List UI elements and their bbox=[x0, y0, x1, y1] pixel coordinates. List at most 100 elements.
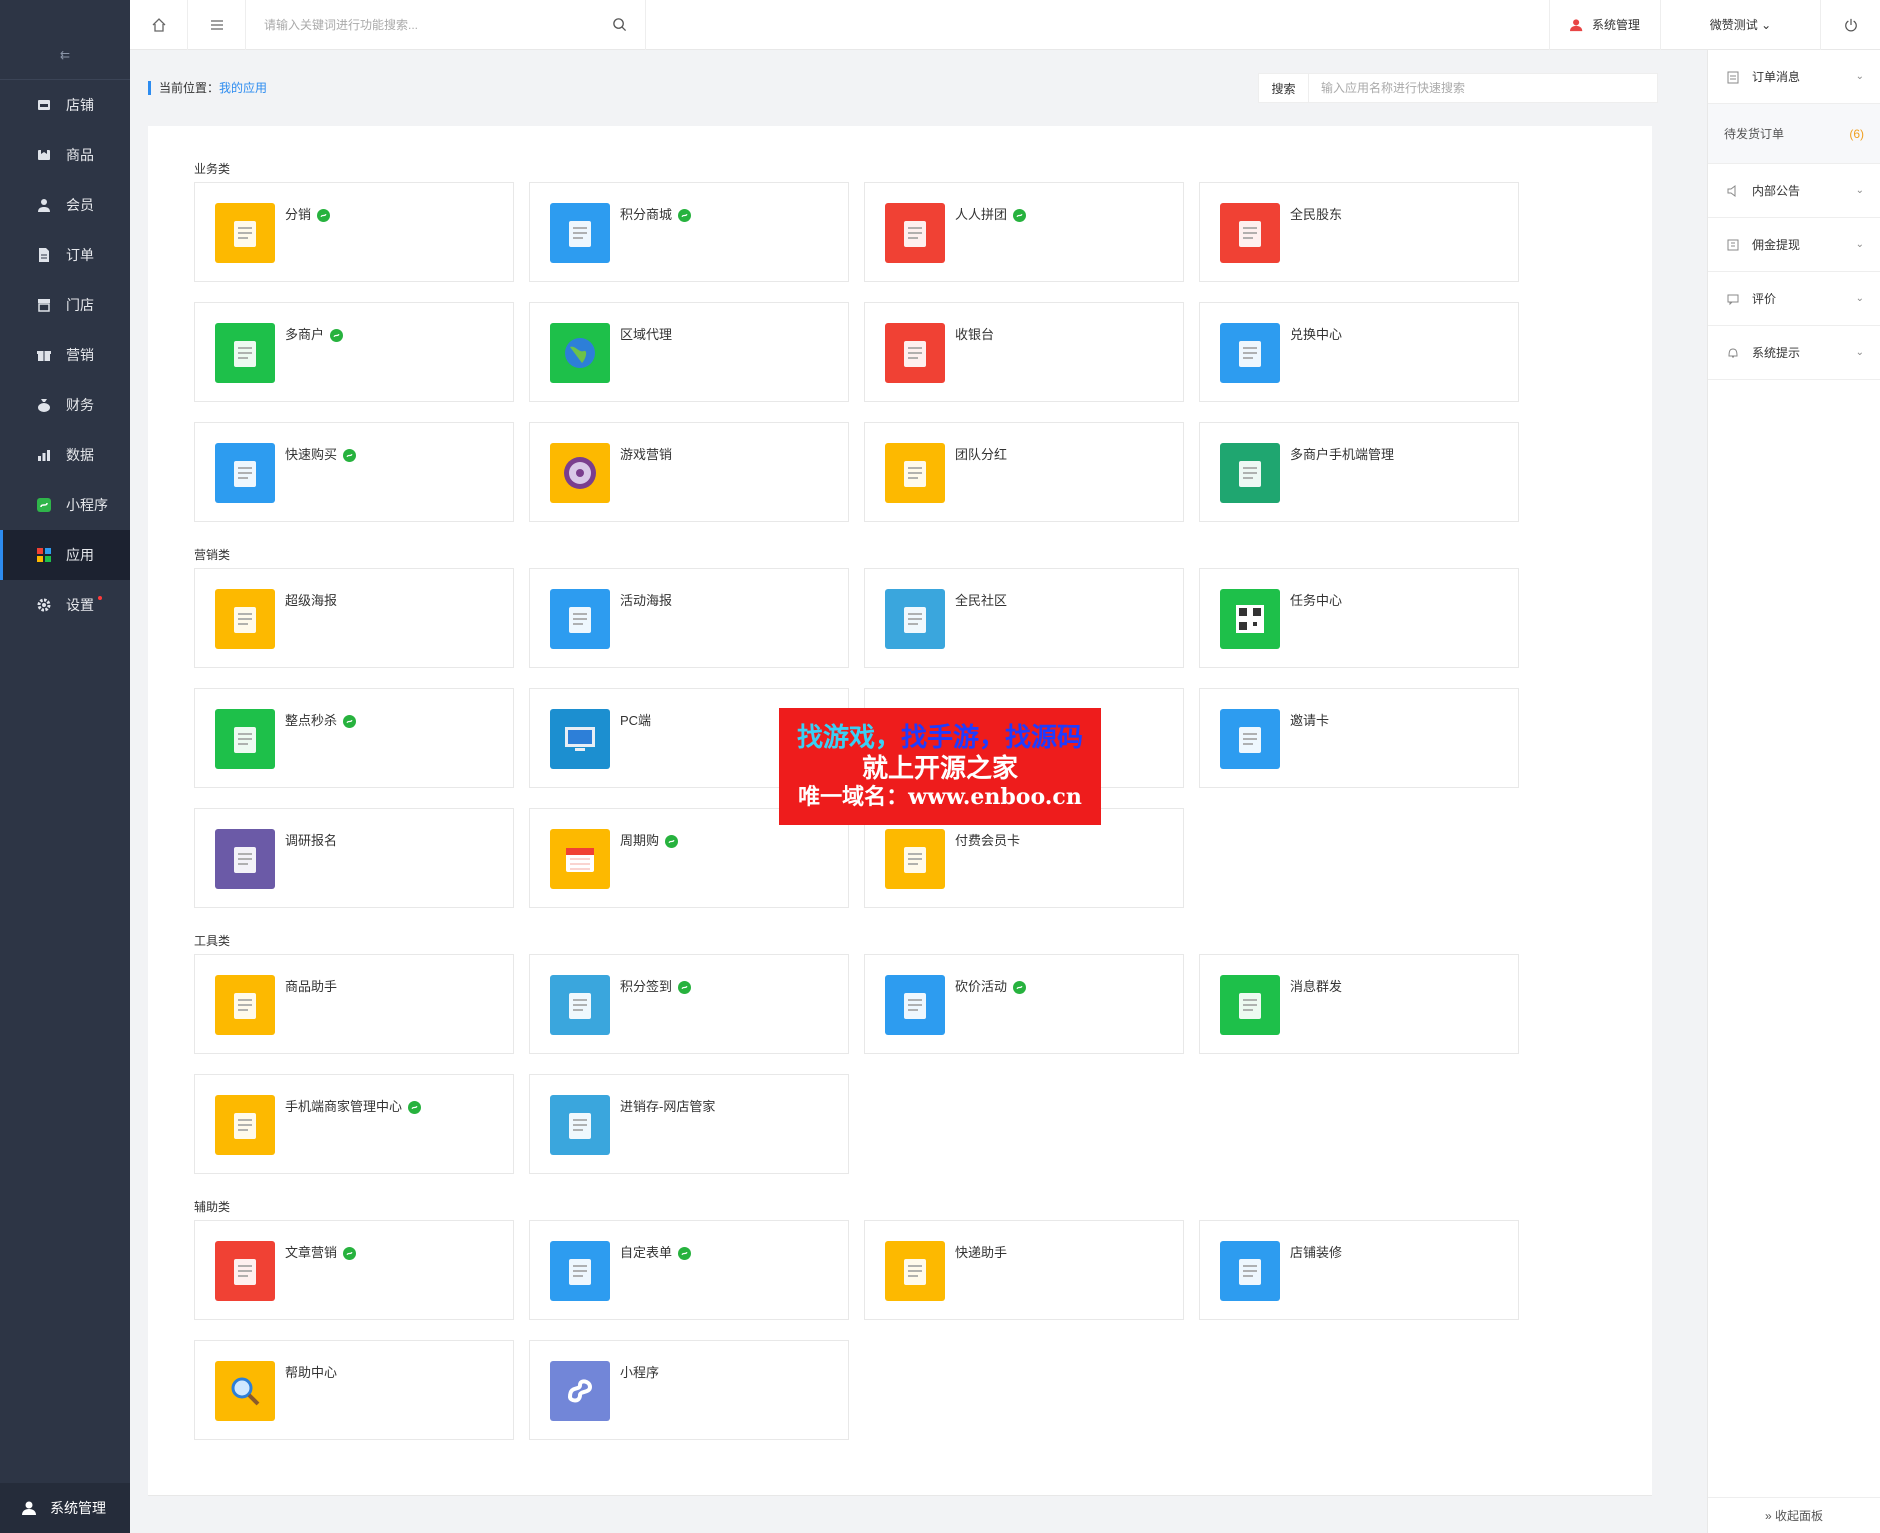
app-card[interactable]: 超级海报 bbox=[194, 568, 514, 668]
sidebar-item-1[interactable]: 商品 bbox=[0, 130, 130, 180]
app-card[interactable]: 任务中心 bbox=[1199, 568, 1519, 668]
miniprogram-badge-icon bbox=[678, 981, 692, 994]
app-card[interactable]: 手机端商家管理中心 bbox=[194, 1074, 514, 1174]
miniprogram-badge-icon bbox=[330, 329, 344, 342]
user-dropdown[interactable]: 微赞测试 ⌄ bbox=[1660, 0, 1820, 50]
app-card[interactable]: 砍价活动 bbox=[864, 954, 1184, 1054]
app-card[interactable]: 团队分红 bbox=[864, 422, 1184, 522]
app-name-wrap: 帮助中心 bbox=[285, 1365, 337, 1383]
system-tip-section[interactable]: 系统提示 ⌄ bbox=[1708, 326, 1880, 380]
admin-link[interactable]: 系统管理 bbox=[1548, 0, 1660, 50]
commission-section[interactable]: 佣金提现 ⌄ bbox=[1708, 218, 1880, 272]
app-card[interactable]: 多商户 bbox=[194, 302, 514, 402]
apps-icon bbox=[36, 547, 52, 563]
notice-section[interactable]: 内部公告 ⌄ bbox=[1708, 164, 1880, 218]
breadcrumb-prefix: 当前位置： bbox=[159, 81, 220, 95]
app-grid: 分销 积分商城 人人拼团 全民股东多商户 区域代理 收银台 兑换中心快速购买 游戏营销 团队分红… bbox=[194, 182, 1652, 522]
app-name-wrap: 积分签到 bbox=[620, 979, 692, 997]
app-search-button[interactable]: 搜索 bbox=[1259, 74, 1309, 102]
group-buy-icon bbox=[885, 203, 945, 263]
app-card[interactable]: 整点秒杀 bbox=[194, 688, 514, 788]
home-button[interactable] bbox=[130, 0, 188, 50]
app-card[interactable]: 积分签到 bbox=[529, 954, 849, 1054]
app-name: PC端 bbox=[620, 713, 652, 728]
watermark-part-3: 找源码 bbox=[1005, 722, 1084, 753]
sidebar-item-2[interactable]: 会员 bbox=[0, 180, 130, 230]
sidebar-collapse-button[interactable]: ⇇ bbox=[0, 30, 130, 80]
miniprogram-badge-icon bbox=[678, 1247, 692, 1260]
order-message-label: 订单消息 bbox=[1752, 70, 1801, 84]
logout-button[interactable] bbox=[1820, 0, 1880, 50]
app-card[interactable]: 调研报名 bbox=[194, 808, 514, 908]
app-card[interactable]: 商品助手 bbox=[194, 954, 514, 1054]
sidebar-item-10[interactable]: 设置 bbox=[0, 580, 130, 630]
order-message-section[interactable]: 订单消息 ⌄ bbox=[1708, 50, 1880, 104]
sidebar-item-3[interactable]: 订单 bbox=[0, 230, 130, 280]
app-card[interactable]: 快速购买 bbox=[194, 422, 514, 522]
picture-icon bbox=[550, 589, 610, 649]
app-name: 自定表单 bbox=[620, 1245, 673, 1260]
chevron-down-icon: ⌄ bbox=[1855, 185, 1864, 196]
search-icon[interactable] bbox=[612, 17, 627, 32]
app-card[interactable]: 收银台 bbox=[864, 302, 1184, 402]
app-card[interactable]: 全民股东 bbox=[1199, 182, 1519, 282]
app-card[interactable]: 帮助中心 bbox=[194, 1340, 514, 1440]
app-name: 兑换中心 bbox=[1290, 327, 1343, 342]
app-name-wrap: 付费会员卡 bbox=[955, 833, 1020, 851]
app-card[interactable]: 邀请卡 bbox=[1199, 688, 1519, 788]
survey-icon bbox=[215, 829, 275, 889]
app-card[interactable]: 区域代理 bbox=[529, 302, 849, 402]
app-card[interactable]: 店铺装修 bbox=[1199, 1220, 1519, 1320]
sidebar-item-5[interactable]: 营销 bbox=[0, 330, 130, 380]
menu-button[interactable] bbox=[188, 0, 246, 50]
app-card[interactable]: 兑换中心 bbox=[1199, 302, 1519, 402]
sidebar-item-9[interactable]: 应用 bbox=[0, 530, 130, 580]
sidebar-item-4[interactable]: 门店 bbox=[0, 280, 130, 330]
app-card[interactable]: 自定表单 bbox=[529, 1220, 849, 1320]
app-card[interactable]: 进销存-网店管家 bbox=[529, 1074, 849, 1174]
shopping-bag-icon bbox=[550, 203, 610, 263]
sidebar-item-label: 门店 bbox=[66, 297, 94, 313]
collapse-panel-button[interactable]: » 收起面板 bbox=[1708, 1497, 1880, 1533]
review-section[interactable]: 评价 ⌄ bbox=[1708, 272, 1880, 326]
cart-icon bbox=[215, 443, 275, 503]
miniprogram-badge-icon bbox=[408, 1101, 422, 1114]
app-name: 消息群发 bbox=[1290, 979, 1343, 994]
app-card[interactable]: 多商户手机端管理 bbox=[1199, 422, 1519, 522]
app-name-wrap: 整点秒杀 bbox=[285, 713, 357, 731]
chevron-down-icon: ⌄ bbox=[1855, 239, 1864, 250]
community-icon bbox=[885, 589, 945, 649]
app-card[interactable]: 活动海报 bbox=[529, 568, 849, 668]
miniprogram-logo-icon bbox=[550, 1361, 610, 1421]
app-card[interactable]: 积分商城 bbox=[529, 182, 849, 282]
calendar-icon bbox=[550, 829, 610, 889]
app-name: 分销 bbox=[285, 207, 312, 222]
app-name: 人人拼团 bbox=[955, 207, 1008, 222]
app-name: 积分签到 bbox=[620, 979, 673, 994]
app-card[interactable]: 全民社区 bbox=[864, 568, 1184, 668]
app-card[interactable]: 人人拼团 bbox=[864, 182, 1184, 282]
sidebar-item-7[interactable]: 数据 bbox=[0, 430, 130, 480]
app-card[interactable]: 快递助手 bbox=[864, 1220, 1184, 1320]
app-search-input[interactable] bbox=[1309, 74, 1657, 102]
sidebar-item-0[interactable]: 店铺 bbox=[0, 80, 130, 130]
global-search-input[interactable] bbox=[264, 17, 612, 32]
app-card[interactable]: 小程序 bbox=[529, 1340, 849, 1440]
invite-card-icon bbox=[1220, 709, 1280, 769]
watermark-line-1: 找游戏，找手游，找源码 bbox=[797, 722, 1083, 753]
sidebar-item-8[interactable]: 小程序 bbox=[0, 480, 130, 530]
broadcast-icon bbox=[1220, 975, 1280, 1035]
pending-orders-item[interactable]: 待发货订单 (6) bbox=[1708, 104, 1880, 164]
mobile-manage-icon bbox=[1220, 443, 1280, 503]
breadcrumb-current[interactable]: 我的应用 bbox=[219, 81, 267, 95]
member-icon bbox=[36, 197, 52, 213]
app-card[interactable]: 文章营销 bbox=[194, 1220, 514, 1320]
store-icon bbox=[36, 97, 52, 113]
withdraw-icon bbox=[1726, 238, 1740, 252]
sidebar-item-6[interactable]: 财务 bbox=[0, 380, 130, 430]
system-manage-link[interactable]: 系统管理 bbox=[0, 1483, 130, 1533]
app-name-wrap: 兑换中心 bbox=[1290, 327, 1342, 345]
app-card[interactable]: 分销 bbox=[194, 182, 514, 282]
app-card[interactable]: 游戏营销 bbox=[529, 422, 849, 522]
app-card[interactable]: 消息群发 bbox=[1199, 954, 1519, 1054]
